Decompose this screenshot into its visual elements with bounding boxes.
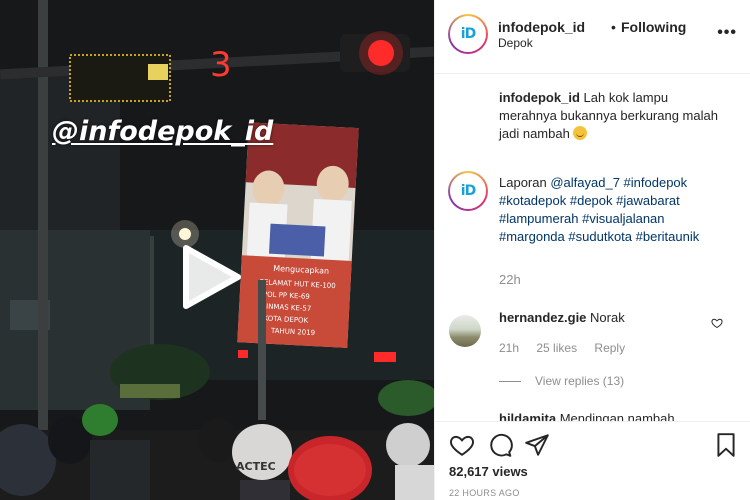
- comment-time[interactable]: 21h: [499, 341, 519, 355]
- traffic-light-red-2: [374, 352, 396, 362]
- hashtag-link[interactable]: #margonda: [499, 229, 565, 244]
- comment-likes[interactable]: 25 likes: [536, 341, 577, 355]
- comment-avatar[interactable]: [449, 315, 481, 347]
- comment-username[interactable]: hildamita: [499, 411, 556, 421]
- comment-text: Mendingan nambah: [559, 411, 675, 421]
- post-actions: 82,617 views 22 HOURS AGO: [435, 421, 750, 500]
- view-count[interactable]: 82,617 views: [449, 464, 528, 479]
- hashtag-link[interactable]: #jawabarat: [616, 193, 680, 208]
- post-caption: infodepok_id Lah kok lampu merahnya buka…: [499, 89, 725, 143]
- comment-body: hernandez.gie Norak: [499, 309, 725, 327]
- comment-body: hildamita Mendingan nambah: [499, 410, 725, 421]
- header-separator: •: [611, 19, 616, 35]
- report-intro: Laporan: [499, 175, 547, 190]
- location-link[interactable]: Depok: [498, 36, 533, 50]
- share-send-icon[interactable]: [524, 432, 550, 458]
- hashtag-link[interactable]: #infodepok: [624, 175, 688, 190]
- hashtag-link[interactable]: #kotadepok: [499, 193, 566, 208]
- mention-link[interactable]: @alfayad_7: [550, 175, 620, 190]
- infodepok-logo-icon: iD: [460, 26, 476, 42]
- post-timestamp[interactable]: 22 HOURS AGO: [449, 488, 520, 498]
- reply-button[interactable]: Reply: [594, 341, 625, 355]
- comments-section[interactable]: infodepok_id Lah kok lampu merahnya buka…: [435, 75, 750, 421]
- comment-avatar[interactable]: iD: [448, 171, 488, 211]
- hashtag-link[interactable]: #lampumerah: [499, 211, 579, 226]
- avatar[interactable]: iD: [448, 14, 488, 54]
- svg-text:ACTEC: ACTEC: [236, 460, 276, 473]
- view-replies-divider: [499, 380, 521, 382]
- billboard: Mengucapkan SELAMAT HUT KE-100 POL PP KE…: [237, 122, 359, 348]
- hashtag-link[interactable]: #sudutkota: [568, 229, 632, 244]
- like-heart-icon[interactable]: [449, 432, 475, 458]
- more-options-button[interactable]: •••: [717, 25, 737, 41]
- play-icon: [183, 245, 241, 309]
- hashtag-link[interactable]: #depok: [570, 193, 613, 208]
- like-comment-heart-icon[interactable]: [711, 317, 723, 329]
- comment-text: Norak: [590, 310, 625, 325]
- play-button[interactable]: [180, 244, 242, 310]
- comment-bubble-icon[interactable]: [487, 432, 513, 458]
- header-username[interactable]: infodepok_id: [498, 19, 585, 35]
- grinning-emoji-icon: [573, 126, 588, 140]
- video-player[interactable]: 3 Mengucapkan SELAMAT HUT KE-100 POL PP …: [0, 0, 434, 500]
- post-header: iD infodepok_id • Following Depok •••: [435, 0, 750, 74]
- following-button[interactable]: Following: [621, 19, 686, 35]
- report-timestamp[interactable]: 22h: [499, 272, 521, 287]
- view-replies-label: View replies (13): [535, 374, 625, 388]
- hashtag-link[interactable]: #visualjalanan: [582, 211, 664, 226]
- view-replies-button[interactable]: View replies (13): [499, 374, 624, 388]
- comment-username[interactable]: hernandez.gie: [499, 310, 586, 325]
- pole-left: [38, 0, 48, 430]
- comment-meta: 21h 25 likes Reply: [499, 341, 639, 355]
- caption-username[interactable]: infodepok_id: [499, 90, 580, 105]
- video-overlay-tag: @infodepok_id: [52, 116, 274, 147]
- hashtag-link[interactable]: #beritaunik: [636, 229, 700, 244]
- countdown-digit: 3: [210, 45, 232, 85]
- post-panel: iD infodepok_id • Following Depok ••• in…: [434, 0, 750, 500]
- bookmark-save-icon[interactable]: [713, 432, 739, 458]
- infodepok-logo-icon: iD: [460, 183, 476, 199]
- report-comment: Laporan @alfayad_7 #infodepok #kotadepok…: [499, 174, 725, 246]
